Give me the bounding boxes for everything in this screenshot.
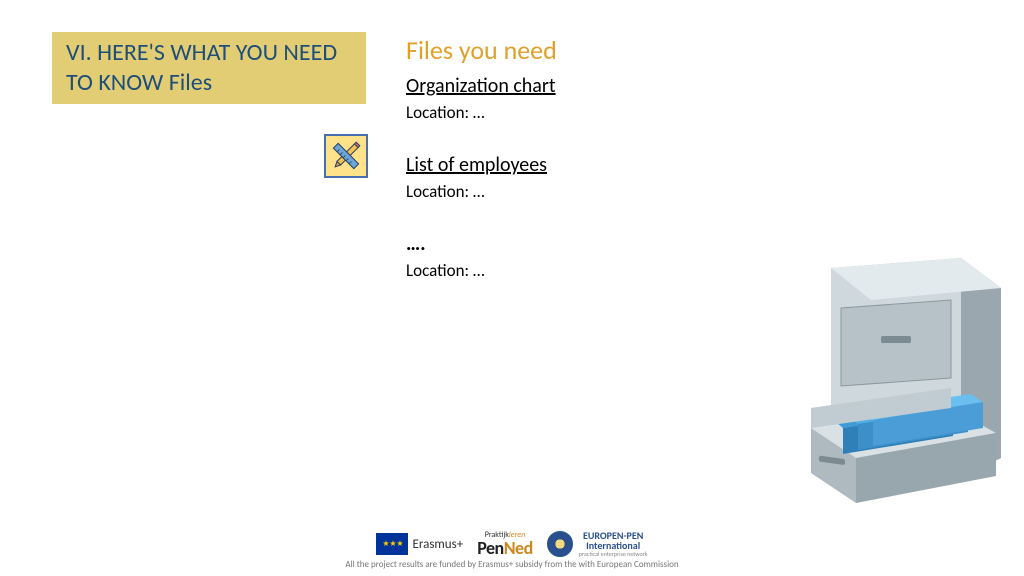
footer: ★ ★ ★ Erasmus+ Praktijkleren PenNed EURO… <box>0 531 1024 570</box>
globe-icon <box>547 531 573 557</box>
file-location: Location: … <box>406 260 766 281</box>
pencil-ruler-icon <box>324 134 368 178</box>
file-title: …. <box>406 232 766 256</box>
erasmus-logo: ★ ★ ★ Erasmus+ <box>376 533 463 555</box>
footer-logos: ★ ★ ★ Erasmus+ Praktijkleren PenNed EURO… <box>0 531 1024 557</box>
content-area: Files you need Organization chart Locati… <box>406 34 766 281</box>
filing-cabinet-icon <box>801 258 1006 518</box>
slide-title: VI. HERE'S WHAT YOU NEED TO KNOW Files <box>66 38 352 98</box>
file-location: Location: … <box>406 102 766 123</box>
file-location: Location: … <box>406 181 766 202</box>
eu-flag-icon: ★ ★ ★ <box>376 533 408 555</box>
slide: VI. HERE'S WHAT YOU NEED TO KNOW Files F… <box>0 0 1024 576</box>
europen-logo: EUROPEN-PEN International practical ente… <box>547 531 648 557</box>
file-title: List of employees <box>406 153 766 177</box>
erasmus-text: Erasmus+ <box>412 537 463 552</box>
penned-logo: Praktijkleren PenNed <box>477 532 533 555</box>
slide-title-box: VI. HERE'S WHAT YOU NEED TO KNOW Files <box>52 32 366 104</box>
footer-disclaimer: All the project results are funded by Er… <box>0 559 1024 570</box>
file-title: Organization chart <box>406 74 766 98</box>
content-heading: Files you need <box>406 34 766 66</box>
